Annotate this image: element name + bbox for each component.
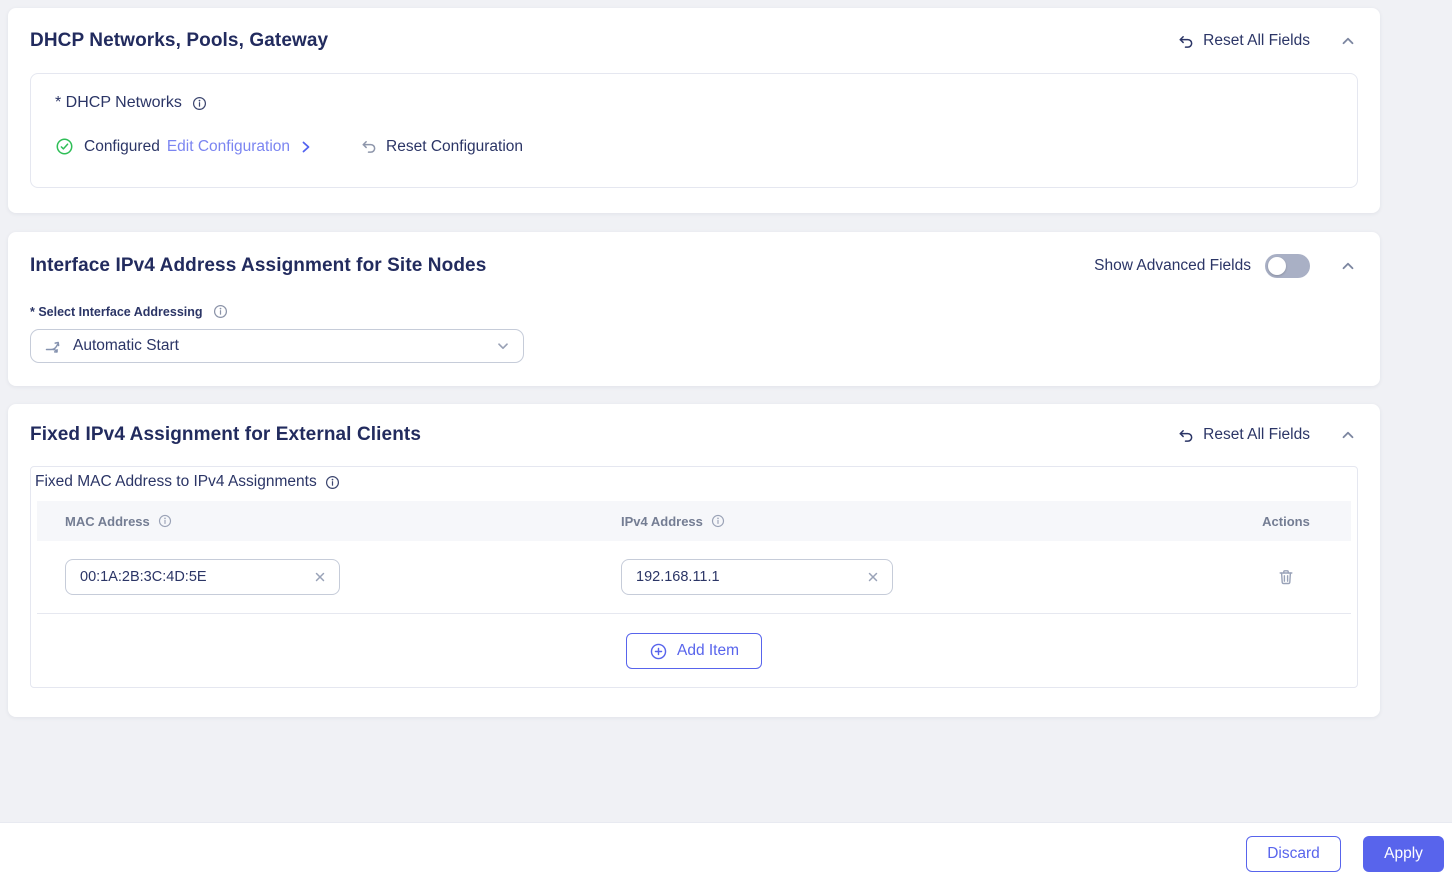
apply-button[interactable]: Apply bbox=[1363, 836, 1444, 872]
ipv4-address-input[interactable] bbox=[636, 569, 864, 585]
reset-all-fields-label: Reset All Fields bbox=[1203, 426, 1310, 444]
info-circle-icon[interactable] bbox=[192, 96, 207, 111]
advanced-fields-toggle[interactable] bbox=[1265, 254, 1310, 278]
info-circle-icon[interactable] bbox=[325, 475, 340, 490]
card-dhcp-header: DHCP Networks, Pools, Gateway Reset All … bbox=[30, 30, 1358, 52]
dhcp-networks-fieldset: * DHCP Networks Configured Edit Configur… bbox=[30, 73, 1358, 188]
mac-address-cell bbox=[65, 559, 621, 595]
chevron-up-icon bbox=[1340, 427, 1356, 443]
card-dhcp-networks: DHCP Networks, Pools, Gateway Reset All … bbox=[8, 8, 1380, 213]
fixed-assignments-title-row: Fixed MAC Address to IPv4 Assignments bbox=[31, 467, 1357, 501]
reset-all-fields-label: Reset All Fields bbox=[1203, 32, 1310, 50]
dhcp-configured-row: Configured Edit Configuration Reset Conf… bbox=[55, 137, 1333, 156]
card-fixed-ipv4: Fixed IPv4 Assignment for External Clien… bbox=[8, 404, 1380, 717]
column-header-actions: Actions bbox=[1221, 514, 1351, 529]
dhcp-networks-label: * DHCP Networks bbox=[55, 94, 182, 112]
x-icon bbox=[866, 570, 880, 584]
add-item-row: Add Item bbox=[31, 614, 1357, 688]
info-circle-icon[interactable] bbox=[711, 514, 725, 528]
chevron-up-icon bbox=[1340, 33, 1356, 49]
chevron-down-icon bbox=[496, 339, 510, 353]
ipv4-address-header-label: IPv4 Address bbox=[621, 514, 703, 529]
ipv4-address-input-wrap bbox=[621, 559, 893, 595]
edit-configuration-link[interactable]: Edit Configuration bbox=[167, 138, 290, 156]
discard-button[interactable]: Discard bbox=[1246, 836, 1341, 872]
reset-all-fields-button[interactable]: Reset All Fields bbox=[1177, 426, 1310, 444]
delete-row-button[interactable] bbox=[1274, 565, 1298, 589]
mac-address-input-wrap bbox=[65, 559, 340, 595]
undo-arrow-icon bbox=[1177, 33, 1194, 50]
card-interface-header-actions: Show Advanced Fields bbox=[1094, 254, 1358, 278]
table-header-row: MAC Address IPv4 Address Actions bbox=[37, 501, 1351, 541]
configured-status-label: Configured bbox=[84, 138, 160, 156]
card-fixed-header: Fixed IPv4 Assignment for External Clien… bbox=[30, 424, 1358, 446]
undo-arrow-icon bbox=[360, 138, 377, 155]
card-interface-ipv4: Interface IPv4 Address Assignment for Si… bbox=[8, 232, 1380, 386]
column-header-mac: MAC Address bbox=[65, 514, 621, 529]
plus-circle-icon bbox=[649, 642, 668, 661]
collapse-section-button[interactable] bbox=[1338, 425, 1358, 445]
dhcp-networks-label-row: * DHCP Networks bbox=[55, 94, 1333, 112]
card-fixed-title: Fixed IPv4 Assignment for External Clien… bbox=[30, 424, 421, 446]
toggle-knob bbox=[1268, 257, 1286, 275]
row-actions-cell bbox=[1221, 565, 1351, 589]
card-interface-header: Interface IPv4 Address Assignment for Si… bbox=[30, 254, 1358, 278]
table-row bbox=[37, 541, 1351, 613]
fixed-assignments-listbox: Fixed MAC Address to IPv4 Assignments MA… bbox=[30, 466, 1358, 688]
mac-address-header-label: MAC Address bbox=[65, 514, 150, 529]
card-interface-title: Interface IPv4 Address Assignment for Si… bbox=[30, 255, 486, 277]
clear-mac-button[interactable] bbox=[311, 568, 329, 586]
action-footer: Discard Apply bbox=[0, 822, 1452, 885]
chevron-up-icon bbox=[1340, 258, 1356, 274]
card-dhcp-title: DHCP Networks, Pools, Gateway bbox=[30, 30, 328, 52]
collapse-section-button[interactable] bbox=[1338, 256, 1358, 276]
show-advanced-fields-label: Show Advanced Fields bbox=[1094, 257, 1251, 275]
ipv4-address-cell bbox=[621, 559, 1221, 595]
add-item-label: Add Item bbox=[677, 642, 739, 660]
interface-addressing-value: Automatic Start bbox=[73, 337, 485, 355]
add-item-button[interactable]: Add Item bbox=[626, 633, 762, 669]
info-circle-icon[interactable] bbox=[158, 514, 172, 528]
check-circle-icon bbox=[55, 137, 74, 156]
fixed-assignments-title: Fixed MAC Address to IPv4 Assignments bbox=[35, 473, 317, 491]
reset-all-fields-button[interactable]: Reset All Fields bbox=[1177, 32, 1310, 50]
reset-configuration-button[interactable]: Reset Configuration bbox=[360, 138, 523, 156]
chevron-right-icon bbox=[299, 140, 313, 154]
branch-arrows-icon bbox=[44, 337, 62, 355]
info-circle-icon[interactable] bbox=[213, 304, 228, 319]
interface-addressing-label: * Select Interface Addressing bbox=[30, 305, 203, 319]
mac-address-input[interactable] bbox=[80, 569, 311, 585]
card-dhcp-header-actions: Reset All Fields bbox=[1177, 31, 1358, 51]
column-header-ipv4: IPv4 Address bbox=[621, 514, 1221, 529]
collapse-section-button[interactable] bbox=[1338, 31, 1358, 51]
trash-icon bbox=[1277, 568, 1295, 586]
undo-arrow-icon bbox=[1177, 427, 1194, 444]
interface-addressing-label-row: * Select Interface Addressing bbox=[30, 304, 1358, 319]
settings-page: DHCP Networks, Pools, Gateway Reset All … bbox=[0, 0, 1452, 717]
interface-addressing-select[interactable]: Automatic Start bbox=[30, 329, 524, 363]
reset-configuration-label: Reset Configuration bbox=[386, 138, 523, 156]
clear-ipv4-button[interactable] bbox=[864, 568, 882, 586]
card-fixed-header-actions: Reset All Fields bbox=[1177, 425, 1358, 445]
x-icon bbox=[313, 570, 327, 584]
